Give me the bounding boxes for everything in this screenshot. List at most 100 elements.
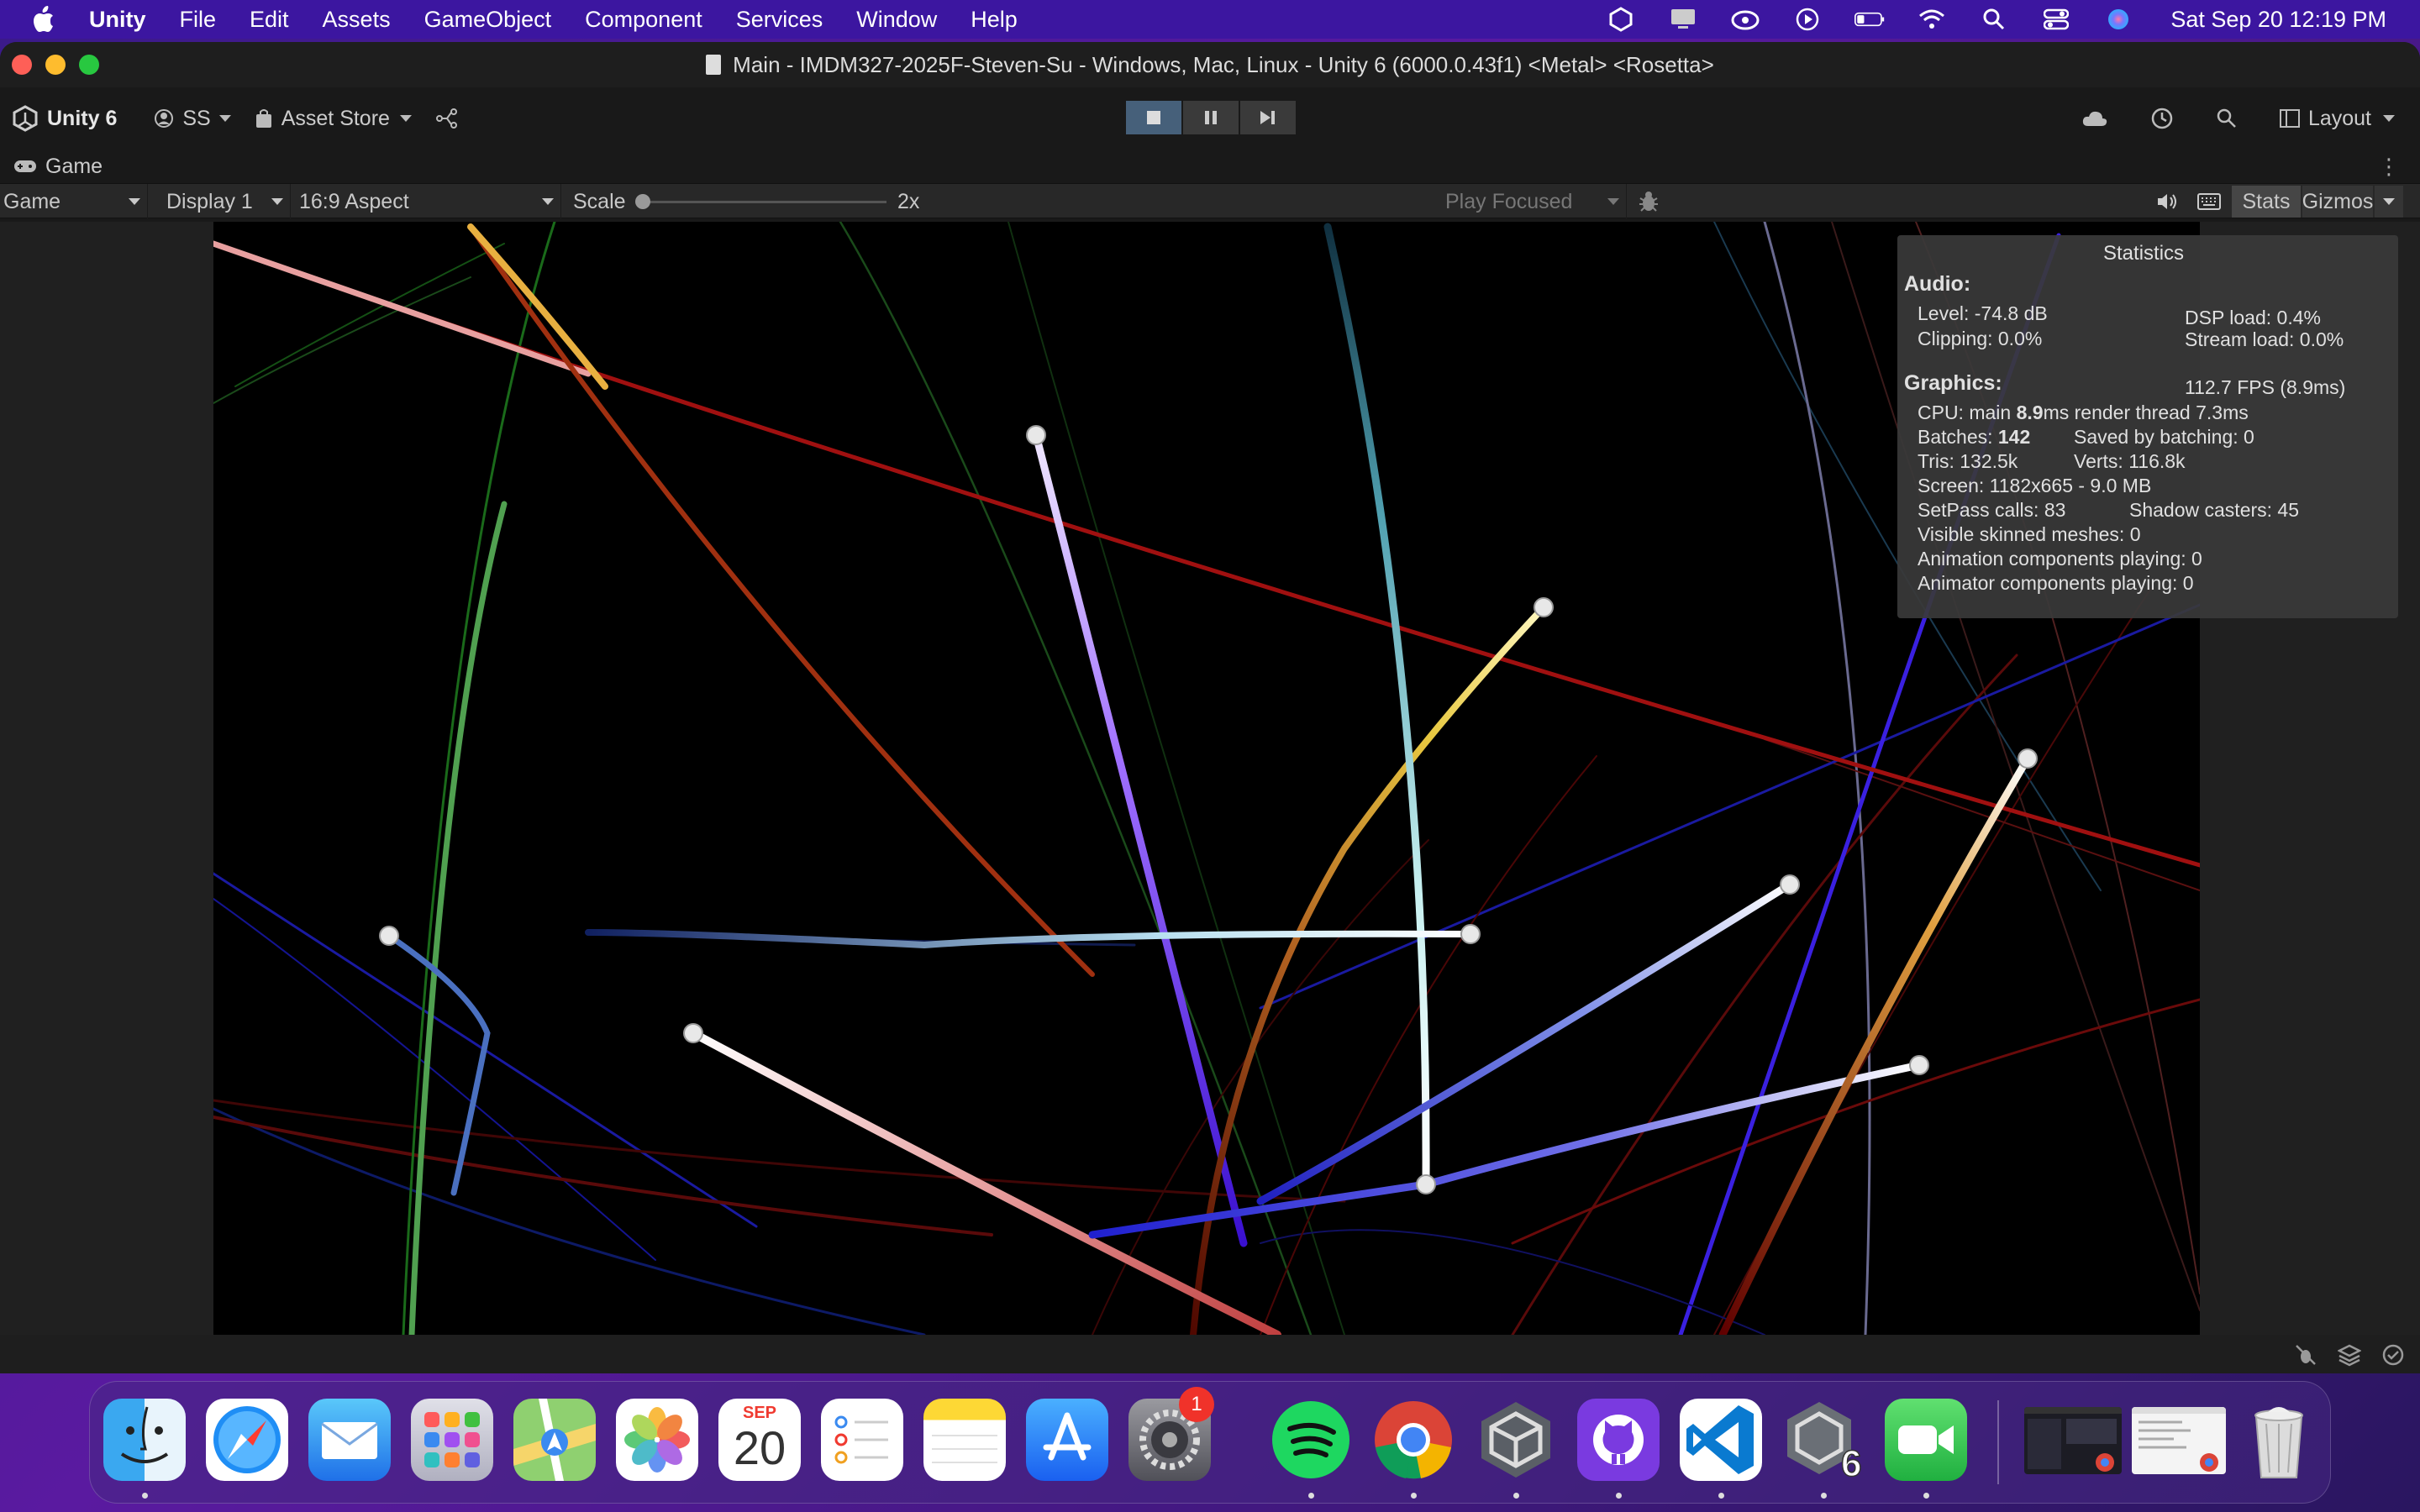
dock-finder[interactable] bbox=[103, 1399, 186, 1481]
check-circle-icon[interactable] bbox=[2381, 1343, 2405, 1367]
gizmos-toggle-label: Gizmos bbox=[2302, 189, 2374, 213]
dock-spotify[interactable] bbox=[1270, 1399, 1352, 1481]
dock-photos[interactable] bbox=[616, 1399, 698, 1481]
menu-window[interactable]: Window bbox=[856, 7, 937, 33]
dock-notes[interactable] bbox=[923, 1399, 1006, 1481]
battery-icon[interactable] bbox=[1854, 8, 1885, 31]
scale-slider-handle[interactable] bbox=[635, 194, 650, 209]
search-icon[interactable] bbox=[2216, 108, 2238, 129]
stats-verts: Verts: 116.8k bbox=[2074, 450, 2186, 472]
unity-status-icon[interactable] bbox=[1606, 7, 1636, 32]
account-dropdown[interactable]: SS bbox=[154, 107, 231, 131]
play-circle-icon[interactable] bbox=[1792, 8, 1823, 31]
stats-cpu-prefix: CPU: main bbox=[1918, 402, 2017, 423]
display-icon[interactable] bbox=[1668, 8, 1698, 31]
menu-gameobject[interactable]: GameObject bbox=[424, 7, 552, 33]
asset-store-dropdown[interactable]: Asset Store bbox=[255, 107, 412, 131]
apple-icon[interactable] bbox=[30, 5, 55, 34]
dock-unity-6[interactable]: 6 bbox=[1782, 1399, 1865, 1481]
dock-unity-hub[interactable] bbox=[1475, 1399, 1557, 1481]
aspect-dropdown[interactable]: 16:9 Aspect bbox=[296, 184, 561, 219]
playmode-controls bbox=[1126, 101, 1297, 134]
window-controls bbox=[12, 55, 113, 75]
scale-value: 2x bbox=[894, 184, 919, 219]
dock-app-store[interactable] bbox=[1026, 1399, 1108, 1481]
close-window-button[interactable] bbox=[12, 55, 32, 75]
creative-cloud-icon[interactable] bbox=[1730, 8, 1760, 31]
menu-assets[interactable]: Assets bbox=[323, 7, 391, 33]
version-control-button[interactable] bbox=[435, 108, 459, 129]
video-camera-icon bbox=[1898, 1425, 1954, 1454]
layout-dropdown[interactable]: Layout bbox=[2279, 106, 2395, 131]
layout-label: Layout bbox=[2307, 106, 2371, 130]
dock-vscode[interactable] bbox=[1680, 1399, 1762, 1481]
dock-divider bbox=[1997, 1400, 1999, 1484]
stats-shadow-casters: Shadow casters: 45 bbox=[2129, 499, 2300, 521]
dock-reminders[interactable] bbox=[821, 1399, 903, 1481]
dock-mail[interactable] bbox=[308, 1399, 391, 1481]
gizmos-dropdown-button[interactable] bbox=[2375, 186, 2403, 218]
menu-unity[interactable]: Unity bbox=[89, 7, 146, 33]
chevron-down-icon bbox=[542, 198, 554, 205]
dock-facetime[interactable] bbox=[1885, 1399, 1967, 1481]
pause-button[interactable] bbox=[1183, 101, 1239, 134]
calendar-day: 20 bbox=[733, 1421, 786, 1474]
scale-value-text: 2x bbox=[897, 189, 920, 213]
debug-off-icon[interactable] bbox=[2294, 1343, 2317, 1367]
wifi-icon[interactable] bbox=[1917, 8, 1947, 31]
game-tab-row: Game ⋮ bbox=[0, 150, 2420, 183]
menu-help[interactable]: Help bbox=[971, 7, 1018, 33]
mute-audio-button[interactable] bbox=[2149, 186, 2185, 218]
dock-chrome[interactable] bbox=[1372, 1399, 1455, 1481]
menu-component[interactable]: Component bbox=[585, 7, 702, 33]
unity-version-button[interactable]: Unity 6 bbox=[12, 105, 117, 132]
dock-minimized-chrome-window-1[interactable] bbox=[2024, 1407, 2122, 1474]
cloud-icon[interactable] bbox=[2081, 109, 2108, 128]
layers-icon[interactable] bbox=[2338, 1343, 2361, 1367]
dock-launchpad[interactable] bbox=[411, 1399, 493, 1481]
step-button[interactable] bbox=[1240, 101, 1296, 134]
stats-skinned-meshes: Visible skinned meshes: 0 bbox=[1918, 523, 2141, 545]
tab-game[interactable]: Game bbox=[13, 155, 103, 179]
menu-edit[interactable]: Edit bbox=[250, 7, 289, 33]
siri-icon[interactable] bbox=[2103, 8, 2133, 31]
checklist-icon bbox=[834, 1415, 888, 1464]
chevron-down-icon bbox=[1607, 198, 1619, 205]
search-icon[interactable] bbox=[1979, 8, 2009, 31]
running-indicator bbox=[1513, 1493, 1519, 1499]
dock-safari[interactable] bbox=[206, 1399, 288, 1481]
scale-label-text: Scale bbox=[573, 189, 626, 213]
control-center-icon[interactable] bbox=[2041, 8, 2071, 31]
stats-saved-batching: Saved by batching: 0 bbox=[2074, 426, 2254, 448]
scale-slider-track[interactable] bbox=[643, 201, 886, 203]
game-mode-dropdown[interactable]: Game bbox=[0, 184, 148, 219]
tab-game-label: Game bbox=[45, 154, 103, 178]
display-dropdown[interactable]: Display 1 bbox=[161, 184, 291, 219]
dock-maps[interactable] bbox=[513, 1399, 596, 1481]
menu-file[interactable]: File bbox=[180, 7, 217, 33]
dock-github-desktop[interactable] bbox=[1577, 1399, 1660, 1481]
keyboard-shortcuts-button[interactable] bbox=[2191, 186, 2227, 218]
dock-trash[interactable] bbox=[2238, 1399, 2320, 1481]
gizmos-toggle-button[interactable]: Gizmos bbox=[2302, 186, 2373, 218]
menu-clock[interactable]: Sat Sep 20 12:19 PM bbox=[2170, 7, 2386, 33]
stop-button[interactable] bbox=[1126, 101, 1181, 134]
history-icon[interactable] bbox=[2150, 107, 2174, 130]
debug-toggle-button[interactable] bbox=[1632, 186, 1665, 218]
play-focused-dropdown[interactable]: Play Focused bbox=[1442, 184, 1627, 219]
stop-icon bbox=[1147, 111, 1160, 124]
running-indicator bbox=[142, 1493, 148, 1499]
minimize-window-button[interactable] bbox=[45, 55, 66, 75]
stats-batches: Batches: 142 bbox=[1918, 426, 2030, 449]
stats-toggle-button[interactable]: Stats bbox=[2232, 186, 2301, 218]
window-thumbnail-icon bbox=[2024, 1407, 2122, 1472]
menu-services[interactable]: Services bbox=[736, 7, 823, 33]
speaker-icon bbox=[2158, 194, 2176, 209]
finder-face-icon bbox=[120, 1406, 169, 1463]
stats-graphics-header: Graphics: bbox=[1904, 371, 2002, 395]
dock-minimized-chrome-window-2[interactable] bbox=[2132, 1407, 2226, 1474]
zoom-window-button[interactable] bbox=[79, 55, 99, 75]
more-options-icon[interactable]: ⋮ bbox=[2378, 154, 2400, 180]
dock-calendar[interactable]: SEP 20 bbox=[718, 1399, 801, 1481]
notepad-icon bbox=[932, 1435, 997, 1463]
